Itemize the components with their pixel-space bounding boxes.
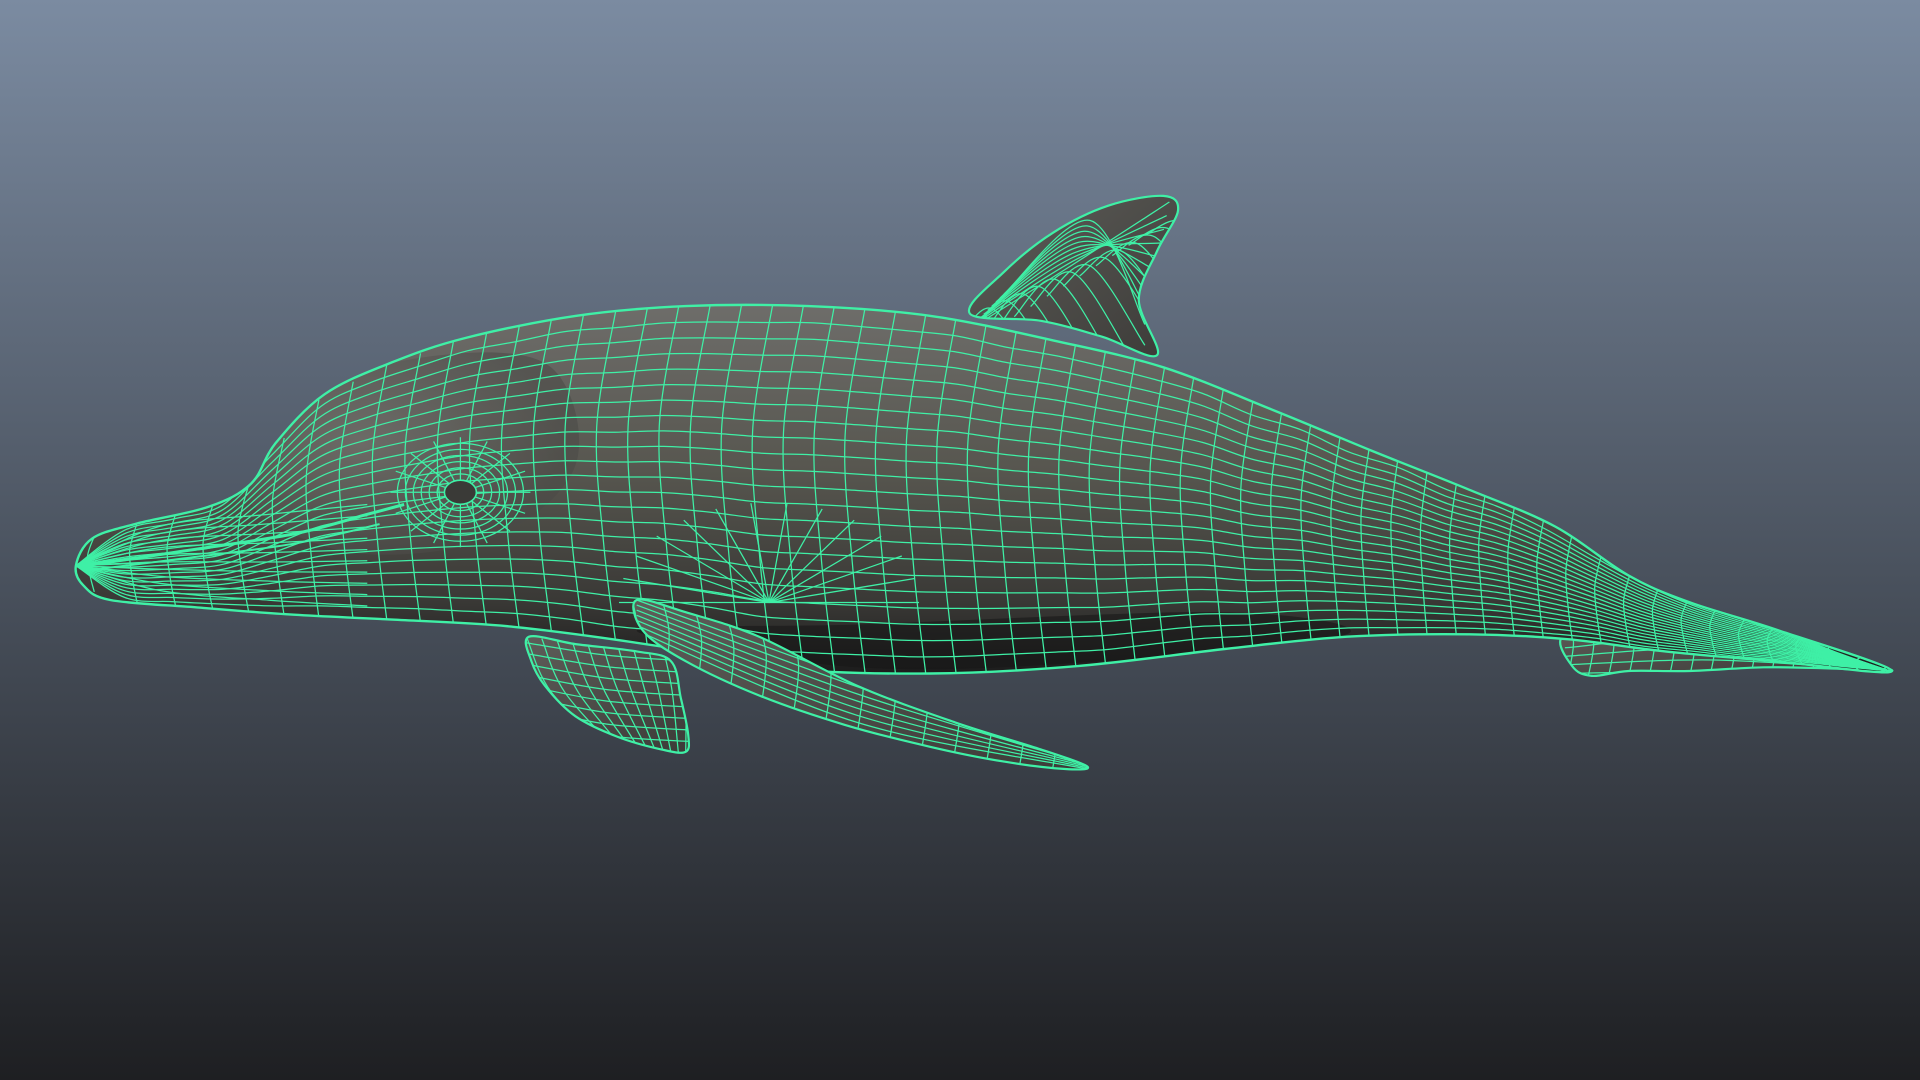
viewport-canvas[interactable]: [0, 0, 1920, 1080]
eye: [443, 479, 478, 506]
3d-viewport[interactable]: [0, 0, 1920, 1080]
